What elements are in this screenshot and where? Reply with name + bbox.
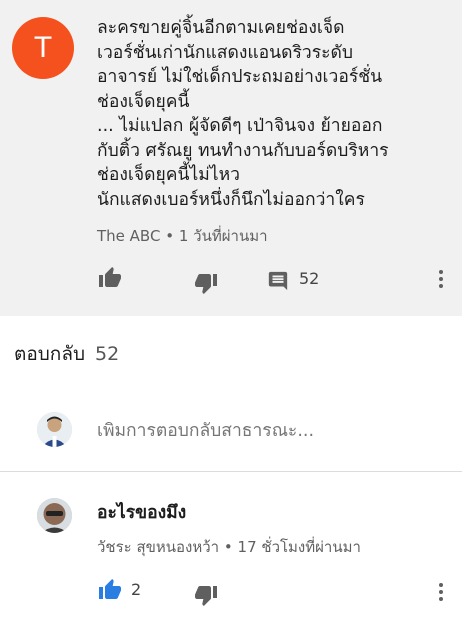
reply-time: 17 ชั่วโมงที่ผ่านมา bbox=[237, 538, 361, 556]
comment-icon[interactable] bbox=[267, 270, 289, 292]
more-vert-icon[interactable] bbox=[438, 270, 444, 291]
thumb-down-icon[interactable] bbox=[194, 583, 218, 607]
reply-count[interactable]: 52 bbox=[299, 269, 319, 288]
replies-header: ตอบกลับ 52 bbox=[14, 339, 119, 369]
comment-text: ละครขายคู่จิ้นอีกตามเคยช่องเจ็ด เวอร์ชั่… bbox=[97, 18, 389, 210]
current-user-avatar bbox=[37, 412, 72, 447]
meta-separator: • bbox=[223, 538, 233, 556]
reply-author[interactable]: วัชระ สุขหนองหว้า bbox=[97, 538, 219, 556]
comment-card: T ละครขายคู่จิ้นอีกตามเคยช่องเจ็ด เวอร์ช… bbox=[0, 0, 462, 316]
thumb-up-icon[interactable] bbox=[98, 578, 122, 602]
commenter-avatar[interactable]: T bbox=[12, 17, 74, 79]
replies-label: ตอบกลับ bbox=[14, 343, 86, 365]
comment-meta: The ABC • 1 วันที่ผ่านมา bbox=[97, 224, 268, 248]
comment-author[interactable]: The ABC bbox=[97, 227, 160, 245]
reply-title: อะไรของมึง bbox=[97, 503, 187, 523]
comment-time: 1 วันที่ผ่านมา bbox=[178, 227, 268, 245]
reply-author-avatar[interactable] bbox=[37, 498, 72, 533]
meta-separator: • bbox=[165, 227, 175, 245]
thumb-down-icon[interactable] bbox=[194, 271, 218, 295]
replies-count: 52 bbox=[95, 343, 120, 365]
reply-input[interactable] bbox=[97, 421, 427, 441]
divider bbox=[0, 471, 462, 472]
reply-meta: วัชระ สุขหนองหว้า • 17 ชั่วโมงที่ผ่านมา bbox=[97, 535, 361, 559]
more-vert-icon[interactable] bbox=[438, 583, 444, 604]
thumb-up-icon[interactable] bbox=[98, 266, 122, 290]
like-count: 2 bbox=[131, 580, 142, 599]
